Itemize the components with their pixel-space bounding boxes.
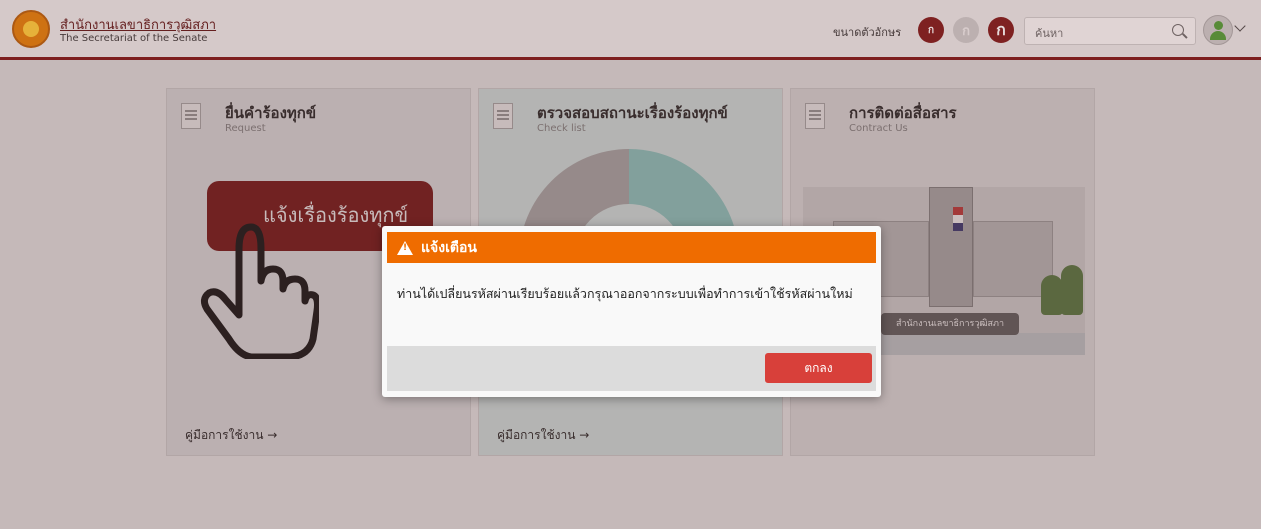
dialog-title: แจ้งเตือน: [421, 239, 477, 256]
dialog-header: แจ้งเตือน: [387, 232, 876, 263]
alert-dialog: แจ้งเตือน ท่านได้เปลี่ยนรหัสผ่านเรียบร้อ…: [382, 226, 881, 397]
dialog-message: ท่านได้เปลี่ยนรหัสผ่านเรียบร้อยแล้วกรุณา…: [397, 286, 853, 301]
ok-button[interactable]: ตกลง: [765, 353, 872, 383]
dialog-footer: ตกลง: [387, 346, 876, 391]
warning-icon: [397, 240, 413, 255]
